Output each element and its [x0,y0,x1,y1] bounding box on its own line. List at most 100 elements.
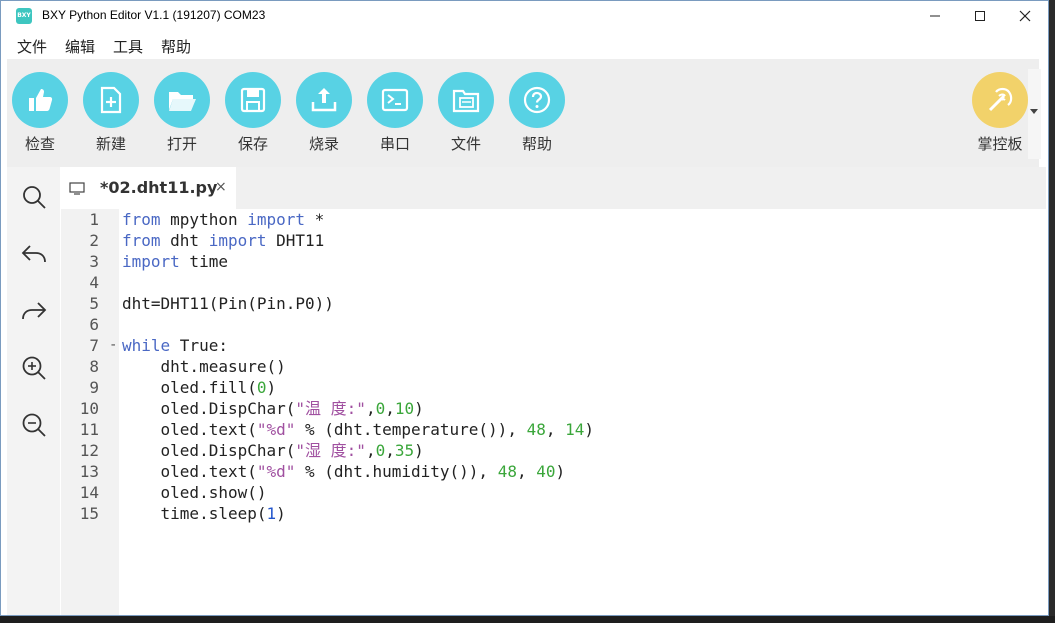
redo-icon [22,302,47,320]
fold-toggle[interactable]: - [109,335,117,356]
code-token: dht=DHT11(Pin(Pin.P0)) [122,294,334,313]
line-number: 1 [89,210,99,229]
code-token: dht [160,231,209,250]
code-token: 14 [565,420,585,439]
search-button[interactable] [19,182,49,212]
code-line[interactable]: dht=DHT11(Pin(Pin.P0)) [122,293,334,314]
new-label: 新建 [95,135,126,153]
open-button[interactable]: 打开 [152,72,212,154]
code-token: "%d" [256,462,296,481]
code-token: 0 [256,378,267,397]
upload-icon [311,88,337,112]
tab-close-icon[interactable]: × [215,179,227,195]
line-number: 4 [89,273,99,292]
code-line[interactable]: oled.text("%d" % (dht.humidity()), 48, 4… [122,461,566,482]
menu-help[interactable]: 帮助 [161,36,191,57]
menu-tools[interactable]: 工具 [113,36,143,57]
code-line[interactable]: oled.DispChar("湿 度:",0,35) [122,440,424,461]
code-token: 48 [497,462,517,481]
code-token: * [305,210,325,229]
code-line[interactable]: while True: [122,335,228,356]
maximize-button[interactable] [957,1,1003,31]
zoom-in-button[interactable] [19,353,49,383]
code-line[interactable]: oled.fill(0) [122,377,277,398]
code-token: oled.fill( [122,378,257,397]
board-label: 掌控板 [977,135,1023,153]
code-token: "%d" [256,420,296,439]
code-token: oled.show() [122,483,267,502]
code-token: ) [276,504,286,523]
line-number: 11 [79,420,99,439]
line-number: 14 [79,483,99,502]
code-line[interactable]: oled.text("%d" % (dht.temperature()), 48… [122,419,594,440]
close-button[interactable] [1002,1,1048,31]
help-button[interactable]: 帮助 [507,72,567,154]
code-token: import [208,231,267,250]
code-token: oled.text( [122,420,257,439]
code-token: , [385,399,395,418]
zoom-in-icon [22,356,46,380]
code-token: 48 [526,420,546,439]
code-line[interactable]: import time [122,251,228,272]
tab-bar: *02.dht11.py × [61,167,1046,209]
app-logo-icon: BXY [16,8,32,24]
minimize-button[interactable] [912,1,958,31]
code-token: ) [414,441,424,460]
chevron-down-icon[interactable] [1030,109,1038,114]
code-token: from [122,210,161,229]
line-number: 15 [79,504,99,523]
board-icon [988,87,1013,112]
code-token: ) [584,420,595,439]
code-line[interactable]: oled.DispChar("温 度:",0,10) [122,398,424,419]
code-line[interactable]: from mpython import * [122,209,324,230]
code-token: , [365,441,376,460]
window-title: BXY Python Editor V1.1 (191207) COM23 [42,8,266,22]
code-token: mpython [160,210,248,229]
check-button[interactable]: 检查 [10,72,70,154]
redo-button[interactable] [19,296,49,326]
line-number: 10 [79,399,99,418]
code-token: 0 [375,441,386,460]
monitor-icon [69,182,85,195]
zoom-out-button[interactable] [19,410,49,440]
code-token: 35 [394,441,415,460]
code-token: "温 度:" [295,399,366,418]
files-button[interactable]: 文件 [436,72,496,154]
code-line[interactable]: oled.show() [122,482,267,503]
serial-button[interactable]: 串口 [365,72,425,154]
code-token: 0 [375,399,386,418]
maximize-icon [975,11,985,21]
tab-02-dht11[interactable]: *02.dht11.py × [61,167,236,209]
thumbs-up-icon [29,89,53,111]
board-dropdown[interactable] [1028,69,1041,159]
flash-label: 烧录 [308,135,339,153]
open-folder-icon [169,92,196,111]
code-token: ) [266,378,277,397]
code-token: % (dht.temperature()), [295,420,527,439]
line-number: 12 [79,441,99,460]
files-label: 文件 [450,135,481,153]
files-icon [452,89,480,113]
code-line[interactable]: time.sleep(1) [122,503,286,524]
line-number: 7 [89,336,99,355]
line-number: 3 [89,252,99,271]
code-token: "湿 度:" [295,441,366,460]
code-token: True: [170,336,228,355]
code-token: dht.measure() [122,357,286,376]
board-selector[interactable]: 掌控板 [965,72,1035,154]
menu-edit[interactable]: 编辑 [65,36,95,57]
side-toolbar [7,167,60,615]
line-number: 13 [79,462,99,481]
save-button[interactable]: 保存 [223,72,283,154]
code-token: , [545,420,566,439]
help-label: 帮助 [521,135,552,153]
title-bar[interactable]: BXY BXY Python Editor V1.1 (191207) COM2… [1,1,1048,31]
undo-button[interactable] [19,239,49,269]
code-line[interactable]: from dht import DHT11 [122,230,324,251]
code-line[interactable]: dht.measure() [122,356,286,377]
line-number: 8 [89,357,99,376]
flash-button[interactable]: 烧录 [294,72,354,154]
menu-file[interactable]: 文件 [17,36,47,57]
code-token: 1 [266,504,277,523]
new-button[interactable]: 新建 [81,72,141,154]
